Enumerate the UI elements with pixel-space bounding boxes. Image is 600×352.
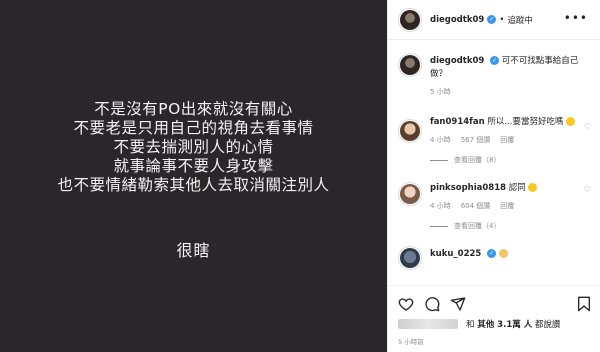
post-text-line: 不是沒有PO出來就沒有關心	[94, 100, 293, 118]
likes-suffix: 都說讚	[534, 320, 561, 330]
post-text-line: 不要老是只用自己的視角去看事情	[73, 119, 314, 137]
divider	[430, 159, 448, 161]
comment-likes[interactable]: 604 個讚	[461, 201, 491, 211]
comment-username[interactable]: pinksophia0818	[430, 183, 506, 193]
caption-username[interactable]: diegodtk09	[430, 56, 484, 66]
comment-item: fan0914fan 所以...要當努好吃嗎 4 小時 567 個讚 回覆 查看…	[388, 116, 600, 165]
follow-button[interactable]: 追蹤中	[507, 14, 533, 26]
comment-item: kuku_0225 ✓	[388, 243, 600, 270]
avatar[interactable]	[398, 119, 422, 143]
post-text-line: 不要去揣測別人的心情	[113, 138, 274, 156]
post-footer-text: 很瞎	[176, 241, 211, 260]
post-text-line: 就事論事不要人身攻擊	[113, 157, 274, 175]
avatar[interactable]	[398, 7, 422, 32]
separator: •	[499, 14, 505, 25]
avatar[interactable]	[398, 53, 422, 77]
verified-icon: ✓	[487, 15, 497, 24]
avatar[interactable]	[398, 246, 422, 270]
comment-likes[interactable]: 567 個讚	[461, 135, 491, 145]
caption-time[interactable]: 5 小時	[430, 87, 451, 97]
more-options-icon[interactable]: •••	[564, 11, 588, 25]
blurred-liker-names	[398, 319, 458, 329]
thumbs-up-emoji-icon	[498, 249, 508, 258]
post-text: 不是沒有PO出來就沒有關心 不要老是只用自己的視角去看事情 不要去揣測別人的心情…	[0, 100, 387, 195]
actions-bar	[388, 285, 600, 321]
view-replies-button[interactable]: 查看回覆（4）	[430, 221, 591, 231]
grinning-emoji-icon	[566, 117, 576, 126]
comments-list: diegodtk09 ✓ 可不可找點事給自己做？ 5 小時 fan0914fan…	[388, 45, 600, 270]
verified-icon: ✓	[490, 56, 500, 65]
share-icon[interactable]	[450, 296, 466, 312]
like-comment-icon[interactable]: ♡	[584, 185, 591, 194]
likes-summary: 和 其他 3.1萬 人 都說讚	[398, 318, 560, 330]
like-comment-icon[interactable]: ♡	[584, 122, 591, 131]
post-header: diegodtk09 ✓ • 追蹤中 •••	[388, 0, 600, 40]
comment-time[interactable]: 4 小時	[430, 201, 451, 211]
post-side-panel: diegodtk09 ✓ • 追蹤中 ••• diegodtk09 ✓ 可不可找…	[387, 0, 600, 352]
bookmark-icon[interactable]	[577, 296, 591, 316]
likes-others-link[interactable]: 其他 3.1萬 人	[477, 318, 532, 330]
reply-button[interactable]: 回覆	[500, 201, 514, 211]
comment-icon[interactable]	[424, 296, 440, 312]
comment-username[interactable]: fan0914fan	[430, 117, 485, 127]
comment-text: 所以...要當努好吃嗎	[487, 117, 564, 127]
caption: diegodtk09 ✓ 可不可找點事給自己做？ 5 小時	[388, 45, 600, 103]
post-image: 不是沒有PO出來就沒有關心 不要老是只用自己的視角去看事情 不要去揣測別人的心情…	[0, 0, 387, 352]
comment-username[interactable]: kuku_0225	[430, 249, 481, 259]
post-timestamp[interactable]: 5 小時前	[398, 336, 424, 346]
reply-button[interactable]: 回覆	[500, 135, 514, 145]
divider	[430, 225, 448, 227]
post-text-line: 也不要情緒勒索其他人去取消關注別人	[57, 176, 330, 194]
verified-icon: ✓	[487, 249, 497, 258]
comment-time[interactable]: 4 小時	[430, 135, 451, 145]
clapping-emoji-icon	[528, 183, 538, 192]
comment-text: 認同	[508, 183, 526, 193]
view-replies-label: 查看回覆（4）	[454, 222, 501, 230]
view-replies-button[interactable]: 查看回覆（8）	[430, 155, 591, 165]
likes-prefix: 和	[466, 320, 475, 330]
heart-icon[interactable]	[398, 296, 414, 312]
avatar[interactable]	[398, 182, 422, 206]
view-replies-label: 查看回覆（8）	[454, 156, 501, 164]
header-username[interactable]: diegodtk09	[430, 15, 484, 25]
comment-item: pinksophia0818 認同 4 小時 604 個讚 回覆 查看回覆（4）…	[388, 179, 600, 231]
